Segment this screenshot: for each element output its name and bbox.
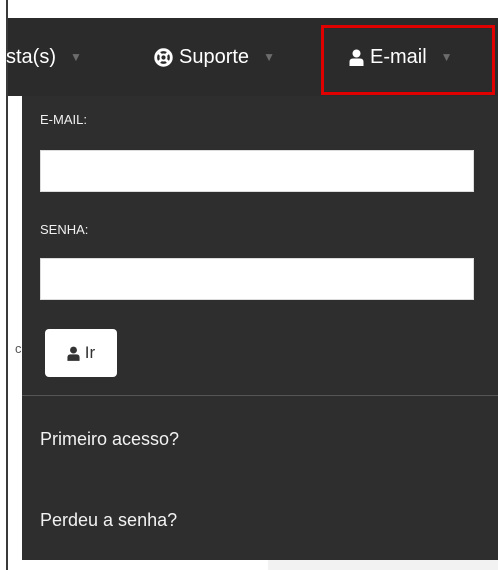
email-label: E-MAIL:: [40, 112, 87, 127]
nav-item-suporte[interactable]: Suporte ▼: [154, 18, 275, 96]
first-access-link[interactable]: Primeiro acesso?: [40, 429, 179, 450]
caret-down-icon: ▼: [263, 50, 275, 64]
password-field[interactable]: [40, 258, 474, 300]
lifebuoy-icon: [154, 47, 173, 67]
caret-down-icon: ▼: [70, 50, 82, 64]
divider: [22, 395, 498, 396]
password-label: SENHA:: [40, 222, 89, 237]
user-icon: [67, 346, 80, 361]
login-dropdown: E-MAIL: SENHA: Ir Primeiro acesso? Perde…: [22, 96, 498, 560]
selected-menu-highlight: [321, 25, 495, 95]
submit-button[interactable]: Ir: [45, 329, 117, 377]
page-text-fragment: c: [15, 341, 22, 356]
forgot-password-link[interactable]: Perdeu a senha?: [40, 510, 177, 531]
nav-item-label: sta(s): [6, 45, 56, 68]
email-field[interactable]: [40, 150, 474, 192]
nav-item-lista[interactable]: sta(s) ▼: [6, 18, 82, 96]
submit-button-label: Ir: [84, 343, 96, 362]
nav-item-label: Suporte: [179, 45, 250, 68]
